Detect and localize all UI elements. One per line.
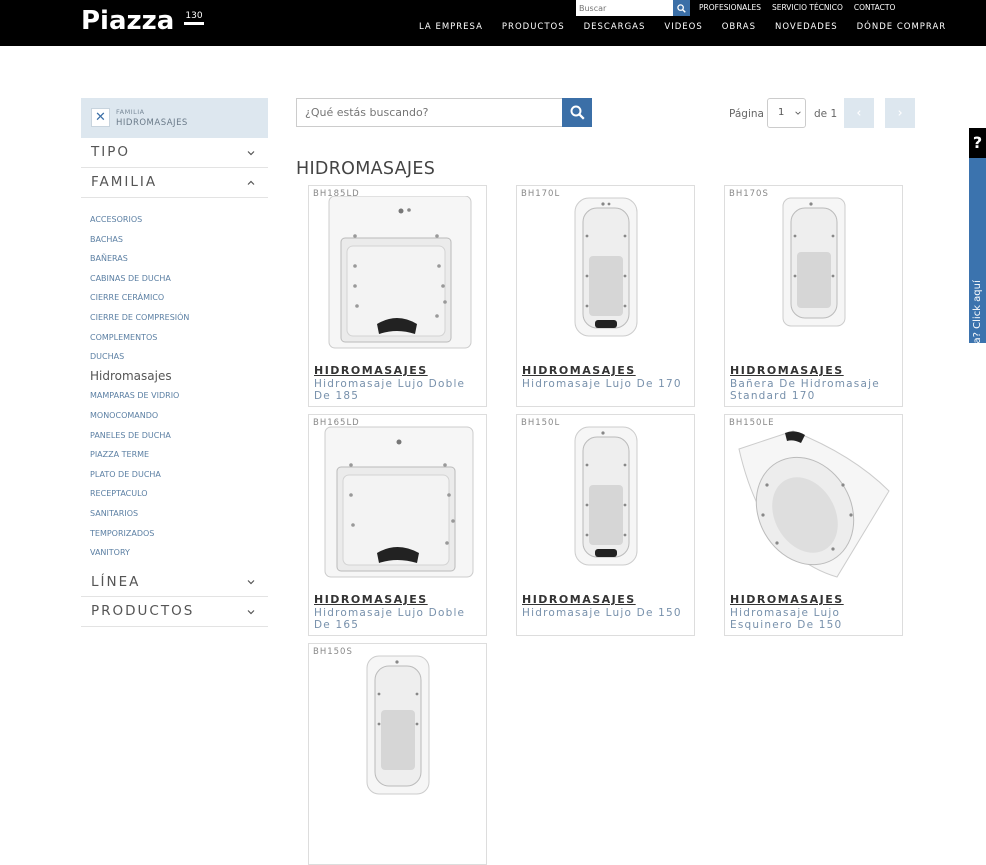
chevron-down-icon [247, 609, 255, 614]
chevron-down-icon [795, 111, 801, 115]
familia-item[interactable]: COMPLEMENTOS [90, 328, 189, 348]
product-card[interactable]: BH150LE HIDROMASAJES Hidromasaje Lujo Es… [724, 414, 903, 636]
product-category[interactable]: HIDROMASAJES [730, 364, 844, 377]
familia-item[interactable]: SANITARIOS [90, 504, 189, 524]
product-name[interactable]: Hidromasaje Lujo Doble De 165 [314, 607, 484, 631]
accordion-tipo-label: TIPO [91, 144, 130, 160]
top-bar: Piazza 130 PROFESIONALES SERVICIO TÉCNIC… [0, 0, 986, 46]
familia-item[interactable]: CABINAS DE DUCHA [90, 269, 189, 289]
search-icon [570, 105, 585, 120]
familia-item[interactable]: CIERRE DE COMPRESIÓN [90, 308, 189, 328]
product-card[interactable]: BH150L HIDROMASAJES Hidromasaje Lujo De … [516, 414, 695, 636]
prev-page-button[interactable] [844, 98, 874, 128]
narrow-tub-image [782, 197, 846, 327]
nav-productos[interactable]: PRODUCTOS [502, 21, 565, 33]
active-filter-label: FAMILIA [116, 108, 145, 116]
main-nav: LA EMPRESA PRODUCTOS DESCARGAS VIDEOS OB… [419, 21, 946, 33]
product-name[interactable]: Hidromasaje Lujo De 170 [522, 378, 692, 390]
help-icon: ? [969, 128, 986, 158]
product-search [296, 98, 592, 127]
product-category[interactable]: HIDROMASAJES [522, 593, 636, 606]
utility-link-profesionales[interactable]: PROFESIONALES [699, 3, 761, 13]
chevron-up-icon [247, 180, 255, 185]
familia-item[interactable]: BAÑERAS [90, 249, 189, 269]
accordion-productos[interactable]: PRODUCTOS [81, 597, 268, 627]
nav-descargas[interactable]: DESCARGAS [584, 21, 646, 33]
familia-item[interactable]: RECEPTACULO [90, 484, 189, 504]
product-name[interactable]: Hidromasaje Lujo De 150 [522, 607, 692, 619]
familia-item[interactable]: TEMPORIZADOS [90, 524, 189, 544]
product-search-button[interactable] [562, 98, 592, 127]
pagination-label: Página [729, 108, 764, 120]
nav-videos[interactable]: VIDEOS [664, 21, 702, 33]
accordion-tipo[interactable]: TIPO [81, 138, 268, 168]
accordion-productos-label: PRODUCTOS [91, 603, 195, 619]
close-icon: ✕ [95, 110, 106, 125]
chevron-right-icon [898, 110, 902, 116]
utility-nav: PROFESIONALES SERVICIO TÉCNICO CONTACTO [699, 3, 895, 13]
nav-la-empresa[interactable]: LA EMPRESA [419, 21, 483, 33]
accordion-familia-label: FAMILIA [91, 174, 158, 190]
product-card[interactable]: BH150S [308, 643, 487, 865]
product-category[interactable]: HIDROMASAJES [730, 593, 844, 606]
product-name[interactable]: Hidromasaje Lujo Esquinero De 150 [730, 607, 900, 631]
familia-item[interactable]: MONOCOMANDO [90, 406, 189, 426]
anniversary-badge: 130 [183, 12, 205, 32]
wide-tub-image [324, 426, 474, 578]
chevron-left-icon [857, 110, 861, 116]
active-filter: ✕ FAMILIA HIDROMASAJES [81, 98, 268, 138]
help-tab-text: ¿Necesita ayuda? Click aquí [972, 280, 983, 420]
pagination-total: de 1 [814, 108, 838, 120]
remove-filter-button[interactable]: ✕ [91, 108, 110, 127]
product-card[interactable]: BH170L HIDROMASAJES Hidromasaje Lujo De … [516, 185, 695, 407]
page-select-value: 1 [778, 107, 785, 118]
product-search-input[interactable] [296, 98, 562, 127]
header-search-input[interactable] [576, 0, 673, 16]
familia-item[interactable]: PANELES DE DUCHA [90, 426, 189, 446]
page-title: HIDROMASAJES [296, 159, 436, 179]
familia-item-active[interactable]: Hidromasajes [90, 367, 189, 387]
familia-item[interactable]: BACHAS [90, 230, 189, 250]
familia-item[interactable]: ACCESORIOS [90, 210, 189, 230]
header-search-button[interactable] [673, 0, 690, 16]
narrow-tub-image [574, 426, 638, 566]
header-search [576, 0, 690, 16]
nav-obras[interactable]: OBRAS [722, 21, 756, 33]
wide-tub-image [328, 196, 472, 349]
product-category[interactable]: HIDROMASAJES [314, 364, 428, 377]
search-icon [677, 3, 686, 13]
next-page-button[interactable] [885, 98, 915, 128]
accordion-linea-label: LÍNEA [91, 574, 141, 590]
product-name[interactable]: Hidromasaje Lujo Doble De 185 [314, 378, 484, 402]
utility-link-servicio-tecnico[interactable]: SERVICIO TÉCNICO [772, 3, 843, 13]
familia-item[interactable]: VANITORY [90, 543, 189, 563]
familia-list: ACCESORIOS BACHAS BAÑERAS CABINAS DE DUC… [90, 210, 189, 563]
product-card[interactable]: BH170S HIDROMASAJES Bañera De Hidromasaj… [724, 185, 903, 407]
narrow-tub-image [574, 197, 638, 337]
narrow-tub-image [366, 655, 430, 795]
chevron-down-icon [247, 150, 255, 155]
corner-tub-image [738, 430, 890, 578]
product-name[interactable]: Bañera De Hidromasaje Standard 170 [730, 378, 900, 402]
site-logo[interactable]: Piazza [81, 6, 174, 36]
accordion-linea[interactable]: LÍNEA [81, 567, 268, 597]
product-card[interactable]: BH185LD HIDROMASAJES Hidromasaje Lujo Do… [308, 185, 487, 407]
familia-item[interactable]: PIAZZA TERME [90, 445, 189, 465]
chevron-down-icon [247, 579, 255, 584]
utility-link-contacto[interactable]: CONTACTO [854, 3, 895, 13]
nav-donde-comprar[interactable]: DÓNDE COMPRAR [857, 21, 947, 33]
anniversary-badge-number: 130 [185, 11, 203, 21]
familia-item[interactable]: MAMPARAS DE VIDRIO [90, 386, 189, 406]
product-category[interactable]: HIDROMASAJES [522, 364, 636, 377]
familia-item[interactable]: DUCHAS [90, 347, 189, 367]
accordion-familia[interactable]: FAMILIA [81, 168, 268, 198]
help-tab[interactable]: ? ¿Necesita ayuda? Click aquí [969, 128, 986, 420]
page-select[interactable]: 1 [767, 98, 806, 128]
active-filter-value: HIDROMASAJES [116, 118, 188, 128]
nav-novedades[interactable]: NOVEDADES [775, 21, 838, 33]
product-card[interactable]: BH165LD HIDROMASAJES Hidromasaje Lujo Do… [308, 414, 487, 636]
familia-item[interactable]: PLATO DE DUCHA [90, 465, 189, 485]
product-category[interactable]: HIDROMASAJES [314, 593, 428, 606]
familia-item[interactable]: CIERRE CERÁMICO [90, 288, 189, 308]
